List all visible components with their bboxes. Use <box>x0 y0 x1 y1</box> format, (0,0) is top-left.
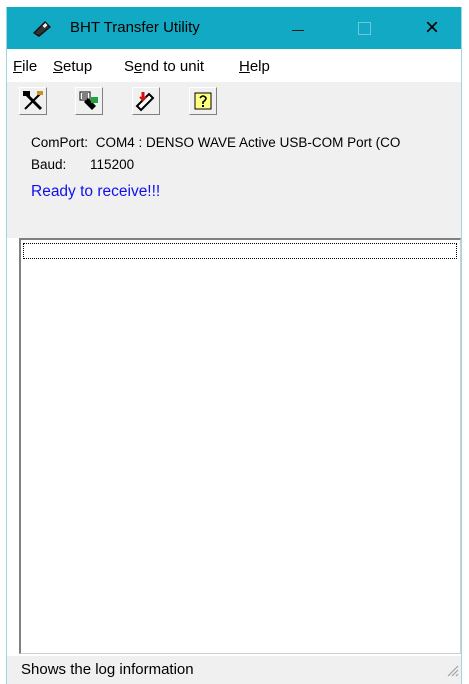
receive-file-button[interactable] <box>75 87 103 115</box>
baud-label: Baud: <box>31 157 67 172</box>
minimize-icon <box>292 29 304 31</box>
help-icon <box>194 92 212 110</box>
log-focus-row[interactable] <box>23 243 457 259</box>
window-title: BHT Transfer Utility <box>70 19 200 36</box>
log-margin <box>7 238 19 654</box>
connection-info-panel: ComPort: COM4 : DENSO WAVE Active USB-CO… <box>7 123 461 238</box>
menu-bar: File Setup Send to unit Help <box>7 52 461 82</box>
comport-row: ComPort: COM4 : DENSO WAVE Active USB-CO… <box>31 135 400 150</box>
menu-file-label: ile <box>22 58 38 75</box>
bht-transfer-window: BHT Transfer Utility × File Setup Send t… <box>0 0 469 684</box>
comport-value: COM4 : DENSO WAVE Active USB-COM Port (C… <box>95 135 401 150</box>
menu-send-prefix: S <box>124 58 135 75</box>
window-border-right <box>461 7 462 684</box>
status-bar-text: Shows the log information <box>21 661 194 678</box>
menu-help[interactable]: Help <box>239 58 270 75</box>
menu-file-mnemonic: F <box>13 58 23 75</box>
send-to-unit-icon <box>135 92 155 112</box>
status-bar: Shows the log information <box>7 656 461 684</box>
close-button[interactable]: × <box>409 7 455 49</box>
baud-row: Baud: 115200 <box>31 157 134 172</box>
menu-help-mnemonic: H <box>239 58 250 75</box>
menu-setup[interactable]: Setup <box>53 58 92 75</box>
setup-tools-button[interactable] <box>19 87 47 115</box>
maximize-icon <box>357 21 371 35</box>
help-button[interactable] <box>189 87 217 115</box>
close-icon: × <box>424 14 439 41</box>
menu-setup-mnemonic: S <box>53 58 64 75</box>
log-list[interactable] <box>19 238 461 654</box>
minimize-button[interactable] <box>275 7 321 49</box>
setup-tools-icon <box>23 91 43 111</box>
menu-help-label: elp <box>249 58 270 75</box>
send-to-unit-button[interactable] <box>132 87 160 115</box>
resize-grip-icon[interactable] <box>445 663 459 682</box>
baud-value: 115200 <box>90 157 135 172</box>
receive-file-icon <box>79 91 98 110</box>
menu-send-to-unit[interactable]: Send to unit <box>124 58 204 75</box>
maximize-button[interactable] <box>341 7 387 49</box>
menu-file[interactable]: File <box>13 58 37 75</box>
comport-label: ComPort: <box>31 135 89 150</box>
menu-send-label: nd to unit <box>142 58 205 75</box>
receive-status: Ready to receive!!! <box>31 183 161 200</box>
app-handheld-icon <box>31 19 53 42</box>
title-bar[interactable]: BHT Transfer Utility × <box>7 7 461 49</box>
toolbar <box>7 83 461 123</box>
menu-setup-label: etup <box>63 58 93 75</box>
